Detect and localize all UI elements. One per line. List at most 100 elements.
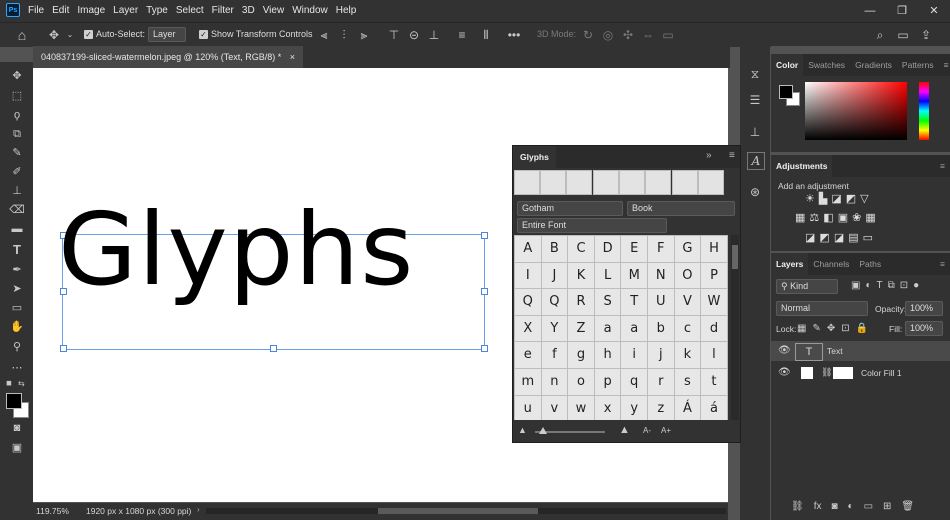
lasso-tool-icon[interactable]: ϙ — [8, 107, 26, 123]
glyph-cell[interactable]: u — [514, 394, 542, 420]
glyph-cell[interactable]: w — [567, 394, 595, 420]
layer-row-text[interactable]: 👁 T Text — [771, 341, 950, 361]
glyph-cell[interactable]: C — [567, 235, 595, 263]
glyph-cell[interactable]: a — [593, 314, 622, 343]
photo-filter-icon[interactable]: ▣ — [838, 211, 848, 224]
glyph-grid-scrollbar[interactable] — [731, 235, 739, 420]
horizontal-scrollbar[interactable] — [206, 508, 726, 514]
glyph-cell[interactable]: G — [673, 235, 702, 263]
move-tool-icon[interactable]: ✥ — [46, 27, 62, 43]
color-picker-field[interactable] — [805, 82, 907, 140]
glyph-cell[interactable]: O — [673, 261, 702, 290]
align-top-icon[interactable]: ⊤ — [386, 27, 402, 43]
glyph-cell[interactable]: T — [620, 288, 648, 316]
recent-glyph-slot[interactable] — [645, 170, 671, 195]
maximize-button[interactable]: ❐ — [886, 0, 918, 22]
glyph-cell[interactable]: R — [567, 288, 595, 316]
recent-glyph-slot[interactable] — [514, 170, 540, 195]
glyphs-panel-menu-icon[interactable]: ≡ — [729, 150, 735, 161]
glyph-cell[interactable]: P — [700, 261, 728, 290]
glyph-size-slider-thumb[interactable] — [539, 427, 547, 434]
layer-filter-dropdown[interactable]: ⚲ Kind — [776, 279, 838, 294]
glyph-cell[interactable]: r — [647, 368, 675, 396]
glyph-cell[interactable]: Q — [514, 288, 542, 316]
minimize-button[interactable]: — — [854, 0, 886, 22]
font-style-dropdown[interactable]: Book — [627, 201, 735, 216]
3d-pan-icon[interactable]: ✣ — [620, 27, 636, 43]
shape-filter-icon[interactable]: ⧉ — [888, 280, 895, 291]
eyedropper-tool-icon[interactable]: ✎ — [8, 145, 26, 161]
glyph-cell[interactable]: t — [700, 368, 728, 396]
tab-color[interactable]: Color — [771, 54, 804, 76]
transform-handle[interactable] — [481, 288, 488, 295]
pen-tool-icon[interactable]: ✒ — [8, 262, 26, 278]
glyph-cell[interactable]: c — [673, 314, 702, 343]
blend-mode-dropdown[interactable]: Normal — [776, 301, 868, 316]
eraser-tool-icon[interactable]: ⌫ — [8, 202, 26, 218]
glyph-cell[interactable]: K — [567, 261, 595, 290]
menu-3d[interactable]: 3D — [238, 0, 259, 22]
recent-glyph-slot[interactable] — [593, 170, 619, 195]
3d-orbit-icon[interactable]: ↻ — [580, 27, 596, 43]
levels-icon[interactable]: ▙ — [819, 192, 827, 205]
color-panel-menu-icon[interactable]: ≡ — [939, 54, 950, 76]
rectangle-tool-icon[interactable]: ▭ — [8, 300, 26, 316]
menu-type[interactable]: Type — [142, 0, 172, 22]
tab-paths[interactable]: Paths — [854, 253, 886, 275]
visibility-eye-icon[interactable]: 👁 — [778, 345, 791, 356]
glyphs-panel-title[interactable]: Glyphs — [513, 146, 556, 168]
add-mask-icon[interactable]: ◙ — [831, 501, 837, 512]
link-layers-icon[interactable]: ⛓ — [791, 501, 804, 512]
opacity-field[interactable]: 100% — [905, 301, 943, 316]
glyph-cell[interactable]: k — [673, 341, 702, 369]
invert-icon[interactable]: ◪ — [805, 231, 815, 244]
properties-panel-icon[interactable]: ☰ — [745, 90, 765, 110]
glyph-cell[interactable]: V — [673, 288, 702, 316]
share-icon[interactable]: ⇪ — [918, 27, 934, 43]
menu-select[interactable]: Select — [172, 0, 208, 22]
auto-select-dropdown[interactable]: Layer — [148, 27, 186, 42]
glyph-cell[interactable]: g — [567, 341, 595, 369]
transform-handle[interactable] — [270, 345, 277, 352]
home-icon[interactable]: ⌂ — [14, 27, 30, 43]
align-left-icon[interactable]: ⫷ — [316, 27, 332, 43]
glyph-cell[interactable]: a — [620, 314, 648, 343]
lock-artboard-icon[interactable]: ⊡ — [841, 323, 849, 334]
recent-glyph-slot[interactable] — [672, 170, 698, 195]
character-panel-icon[interactable]: A — [747, 152, 765, 170]
glyph-cell[interactable]: W — [700, 288, 728, 316]
3d-roll-icon[interactable]: ◎ — [600, 27, 616, 43]
3d-scale-icon[interactable]: ▭ — [660, 27, 676, 43]
status-menu-chevron-icon[interactable]: › — [197, 505, 200, 514]
glyph-cell[interactable]: b — [647, 314, 675, 343]
glyph-cell[interactable]: á — [700, 394, 728, 420]
stamp-tool-icon[interactable]: ⊥ — [8, 183, 26, 199]
hand-tool-icon[interactable]: ✋ — [8, 319, 26, 335]
foreground-color-swatch[interactable] — [6, 393, 22, 409]
recent-glyph-slot[interactable] — [566, 170, 592, 195]
vibrance-icon[interactable]: ▽ — [860, 192, 868, 205]
tab-swatches[interactable]: Swatches — [803, 54, 850, 76]
glyph-cell[interactable]: m — [514, 368, 542, 396]
glyph-cell[interactable]: F — [647, 235, 675, 263]
default-colors-icon[interactable]: ◼ — [6, 380, 15, 387]
glyph-cell[interactable]: U — [647, 288, 675, 316]
align-vertical-center-icon[interactable]: ⊝ — [406, 27, 422, 43]
fx-icon[interactable]: fx — [814, 501, 822, 512]
visibility-eye-icon[interactable]: 👁 — [778, 367, 791, 378]
tab-adjustments[interactable]: Adjustments — [771, 155, 833, 177]
glyph-cell[interactable]: i — [620, 341, 648, 369]
gradient-map-icon[interactable]: ▭ — [863, 231, 873, 244]
align-right-icon[interactable]: ⫸ — [356, 27, 372, 43]
tab-gradients[interactable]: Gradients — [850, 54, 897, 76]
transform-handle[interactable] — [481, 232, 488, 239]
glyph-cell[interactable]: s — [673, 368, 702, 396]
horizontal-scroll-thumb[interactable] — [378, 508, 538, 514]
collapse-panel-icon[interactable]: » — [706, 150, 712, 161]
glyph-cell[interactable]: p — [593, 368, 622, 396]
glyph-cell[interactable]: v — [540, 394, 569, 420]
transform-handle[interactable] — [481, 345, 488, 352]
object-selection-tool-icon[interactable]: ⧉ — [8, 126, 26, 142]
more-options-icon[interactable]: ••• — [506, 27, 522, 43]
menu-image[interactable]: Image — [73, 0, 109, 22]
